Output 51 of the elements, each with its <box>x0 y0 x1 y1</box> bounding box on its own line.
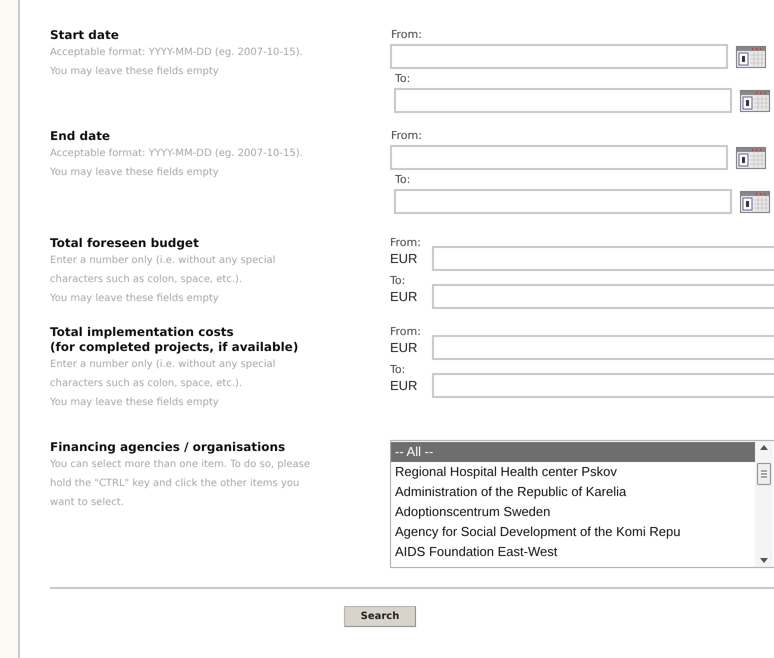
currency-label: EUR <box>390 288 418 306</box>
field-label: To: <box>394 72 410 86</box>
field-label: To: <box>394 173 410 187</box>
hint-text: You may leave these fields empty <box>50 166 220 180</box>
scroll-down-icon[interactable] <box>760 558 768 563</box>
section-title: Total foreseen budget <box>50 236 199 251</box>
field-label: To: <box>390 363 406 377</box>
hint-text: You can select more than one item. To do so, please hold the "CTRL" key and click the other items you want to select. <box>50 458 311 510</box>
hint-text: Enter a number only (i.e. without any special characters such as colon, space, etc.). <box>50 358 276 391</box>
hint-text: You may leave these fields empty <box>50 292 220 306</box>
section-title: (for completed projects, if available) <box>50 340 298 355</box>
calendar-icon[interactable] <box>740 90 770 112</box>
list-option[interactable]: AIDS Foundation East-West <box>391 542 755 562</box>
amount-input[interactable] <box>432 284 774 309</box>
scroll-up-icon[interactable] <box>760 445 768 450</box>
section-title: Financing agencies / organisations <box>50 440 286 455</box>
field-label: From: <box>390 236 421 250</box>
field-label: To: <box>390 274 406 288</box>
list-option[interactable]: Adoptionscentrum Sweden <box>391 502 755 522</box>
hint-text: Acceptable format: YYYY-MM-DD (eg. 2007-10-15). <box>50 147 304 161</box>
scroll-thumb-icon[interactable] <box>757 463 771 485</box>
date-input[interactable] <box>390 145 728 170</box>
list-option[interactable]: Administration of the Republic of Karelia <box>391 482 755 502</box>
amount-input[interactable] <box>432 246 774 271</box>
section-title: End date <box>50 129 110 144</box>
field-label: From: <box>390 129 422 143</box>
calendar-icon[interactable] <box>740 190 770 212</box>
date-input[interactable] <box>390 44 728 69</box>
amount-input[interactable] <box>432 335 774 360</box>
list-option[interactable]: -- All -- <box>391 442 755 462</box>
field-label: From: <box>390 28 422 42</box>
calendar-icon[interactable] <box>736 146 766 168</box>
field-label: From: <box>390 325 421 339</box>
date-input[interactable] <box>394 88 732 113</box>
amount-input[interactable] <box>432 373 774 398</box>
list-option[interactable]: Regional Hospital Health center Pskov <box>391 462 755 482</box>
currency-label: EUR <box>390 250 418 268</box>
scrollbar[interactable] <box>755 441 773 567</box>
hint-text: Acceptable format: YYYY-MM-DD (eg. 2007-10-15). <box>50 46 304 60</box>
section-title: Start date <box>50 28 119 43</box>
section-title: Total implementation costs <box>50 325 234 340</box>
hint-text: Enter a number only (i.e. without any special characters such as colon, space, etc.). <box>50 254 276 287</box>
date-input[interactable] <box>394 189 732 214</box>
calendar-icon[interactable] <box>736 46 766 68</box>
hint-text: You may leave these fields empty <box>50 65 220 79</box>
search-button[interactable]: Search <box>344 606 416 627</box>
currency-label: EUR <box>390 338 418 357</box>
agency-listbox[interactable]: -- All -- Regional Hospital Health center Pskov Administration of the Republic of Karelia Adoptionscentrum Sweden Agency for Social Development of the Komi Repu AIDS Foundation East-West <box>390 440 774 568</box>
hint-text: You may leave these fields empty <box>50 396 220 410</box>
currency-label: EUR <box>390 376 418 395</box>
list-option[interactable]: Agency for Social Development of the Komi Repu <box>391 522 755 542</box>
